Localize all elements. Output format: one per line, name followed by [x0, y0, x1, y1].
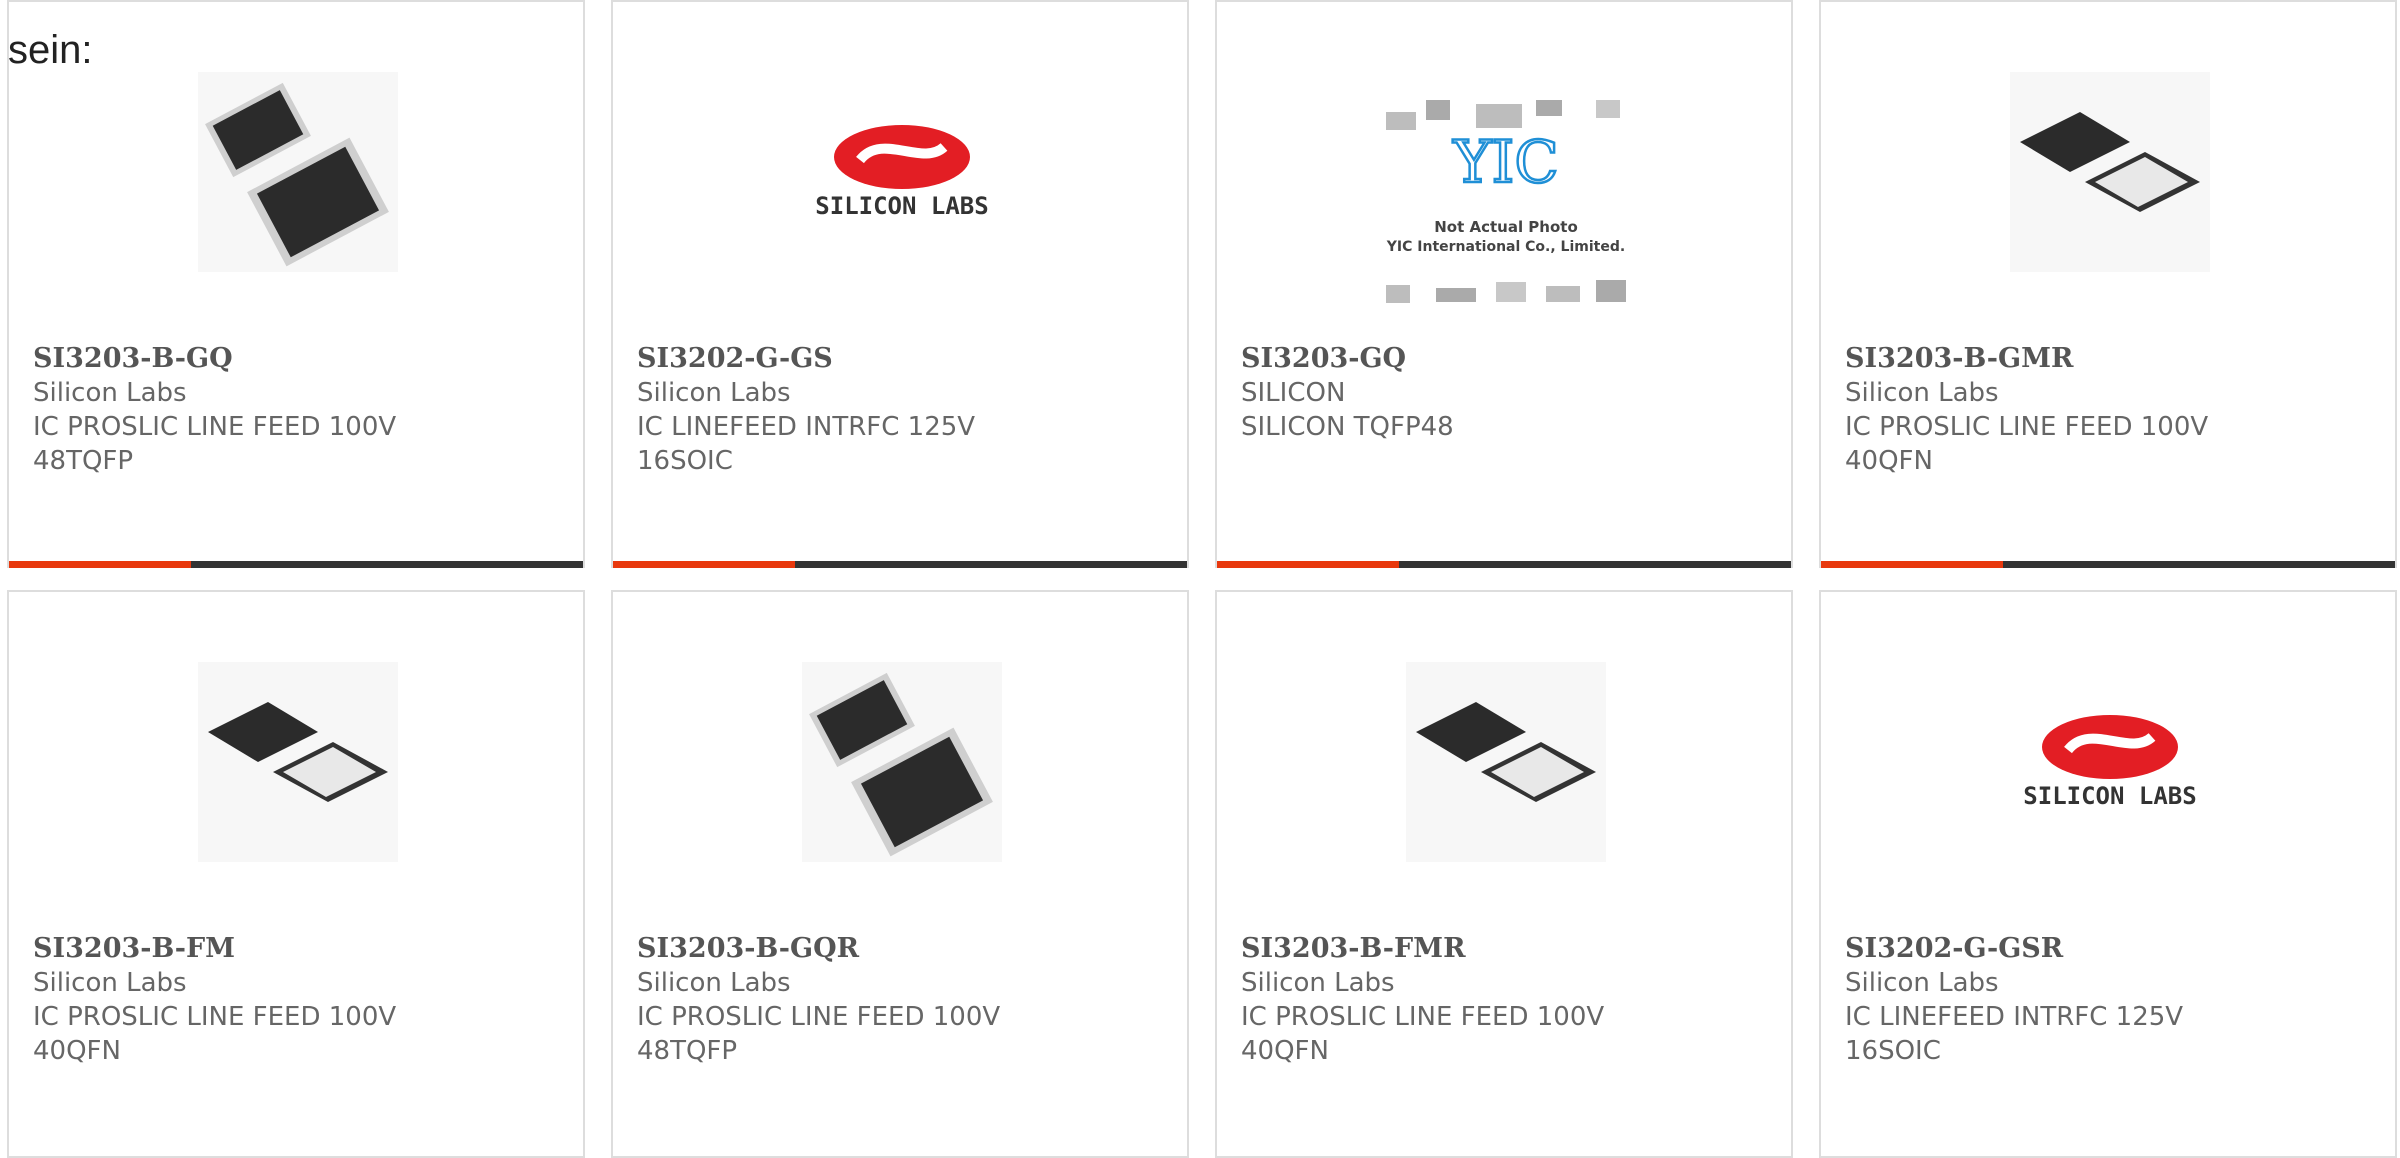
product-card[interactable]: SI3203-B-GMR Silicon Labs IC PROSLIC LIN… [1819, 0, 2397, 568]
manufacturer: Silicon Labs [637, 968, 791, 998]
description: IC PROSLIC LINE FEED 100V 40QFN [33, 1002, 397, 1066]
product-card[interactable]: SI3203-B-FMR Silicon Labs IC PROSLIC LIN… [1215, 590, 1793, 1158]
card-bar-accent [1821, 561, 2003, 568]
qfn-chip-image[interactable] [1406, 662, 1606, 862]
tqfp-chip-image[interactable] [198, 72, 398, 272]
description: IC PROSLIC LINE FEED 100V 48TQFP [637, 1002, 1001, 1066]
part-number-link[interactable]: SI3203-B-GMR [1845, 342, 2245, 376]
part-number-link[interactable]: SI3203-B-FMR [1241, 932, 1641, 966]
qfn-chip-image[interactable] [198, 662, 398, 862]
yic-placeholder-image[interactable]: YIC Not Actual Photo YIC International C… [1366, 90, 1646, 330]
silicon-labs-logo[interactable]: SILICON LABS [2010, 662, 2210, 862]
card-bar [1821, 561, 2395, 568]
manufacturer: Silicon Labs [1845, 378, 1999, 408]
card-bar-accent [9, 561, 191, 568]
silicon-labs-logo[interactable]: SILICON LABS [802, 72, 1002, 272]
manufacturer: Silicon Labs [1241, 968, 1395, 998]
description: IC LINEFEED INTRFC 125V 16SOIC [637, 412, 976, 476]
part-number-link[interactable]: SI3202-G-GS [637, 342, 1037, 376]
description: IC LINEFEED INTRFC 125V 16SOIC [1845, 1002, 2184, 1066]
yic-company-text: YIC International Co., Limited. [1386, 239, 1625, 255]
description: SILICON TQFP48 [1241, 412, 1454, 442]
card-bar [613, 561, 1187, 568]
tqfp-chip-image[interactable] [802, 662, 1002, 862]
product-card[interactable]: YIC Not Actual Photo YIC International C… [1215, 0, 1793, 568]
yic-logo-text: YIC [1452, 128, 1559, 196]
description: IC PROSLIC LINE FEED 100V 48TQFP [33, 412, 397, 476]
product-card[interactable]: SI3203-B-GQ Silicon Labs IC PROSLIC LINE… [7, 0, 585, 568]
product-card[interactable]: SILICON LABS SI3202-G-GSR Silicon Labs I… [1819, 590, 2397, 1158]
card-bar-accent [1217, 561, 1399, 568]
not-actual-photo-text: Not Actual Photo [1434, 218, 1578, 236]
part-number-link[interactable]: SI3203-B-GQ [33, 342, 433, 376]
manufacturer: Silicon Labs [33, 378, 187, 408]
description: IC PROSLIC LINE FEED 100V 40QFN [1241, 1002, 1605, 1066]
part-number-link[interactable]: SI3202-G-GSR [1845, 932, 2245, 966]
product-card[interactable]: SILICON LABS SI3202-G-GS Silicon Labs IC… [611, 0, 1189, 568]
part-number-link[interactable]: SI3203-B-GQR [637, 932, 1037, 966]
description: IC PROSLIC LINE FEED 100V 40QFN [1845, 412, 2209, 476]
manufacturer: SILICON [1241, 378, 1346, 408]
product-card[interactable]: SI3203-B-GQR Silicon Labs IC PROSLIC LIN… [611, 590, 1189, 1158]
card-bar [1217, 561, 1791, 568]
logo-text: SILICON LABS [815, 192, 988, 220]
manufacturer: Silicon Labs [33, 968, 187, 998]
product-card[interactable]: SI3203-B-FM Silicon Labs IC PROSLIC LINE… [7, 590, 585, 1158]
manufacturer: Silicon Labs [637, 378, 791, 408]
intro-text: sein: [8, 28, 93, 72]
qfn-chip-image[interactable] [2010, 72, 2210, 272]
manufacturer: Silicon Labs [1845, 968, 1999, 998]
part-number-link[interactable]: SI3203-GQ [1241, 342, 1641, 376]
card-bar-accent [613, 561, 795, 568]
logo-text: SILICON LABS [2023, 782, 2196, 810]
card-bar [9, 561, 583, 568]
part-number-link[interactable]: SI3203-B-FM [33, 932, 433, 966]
